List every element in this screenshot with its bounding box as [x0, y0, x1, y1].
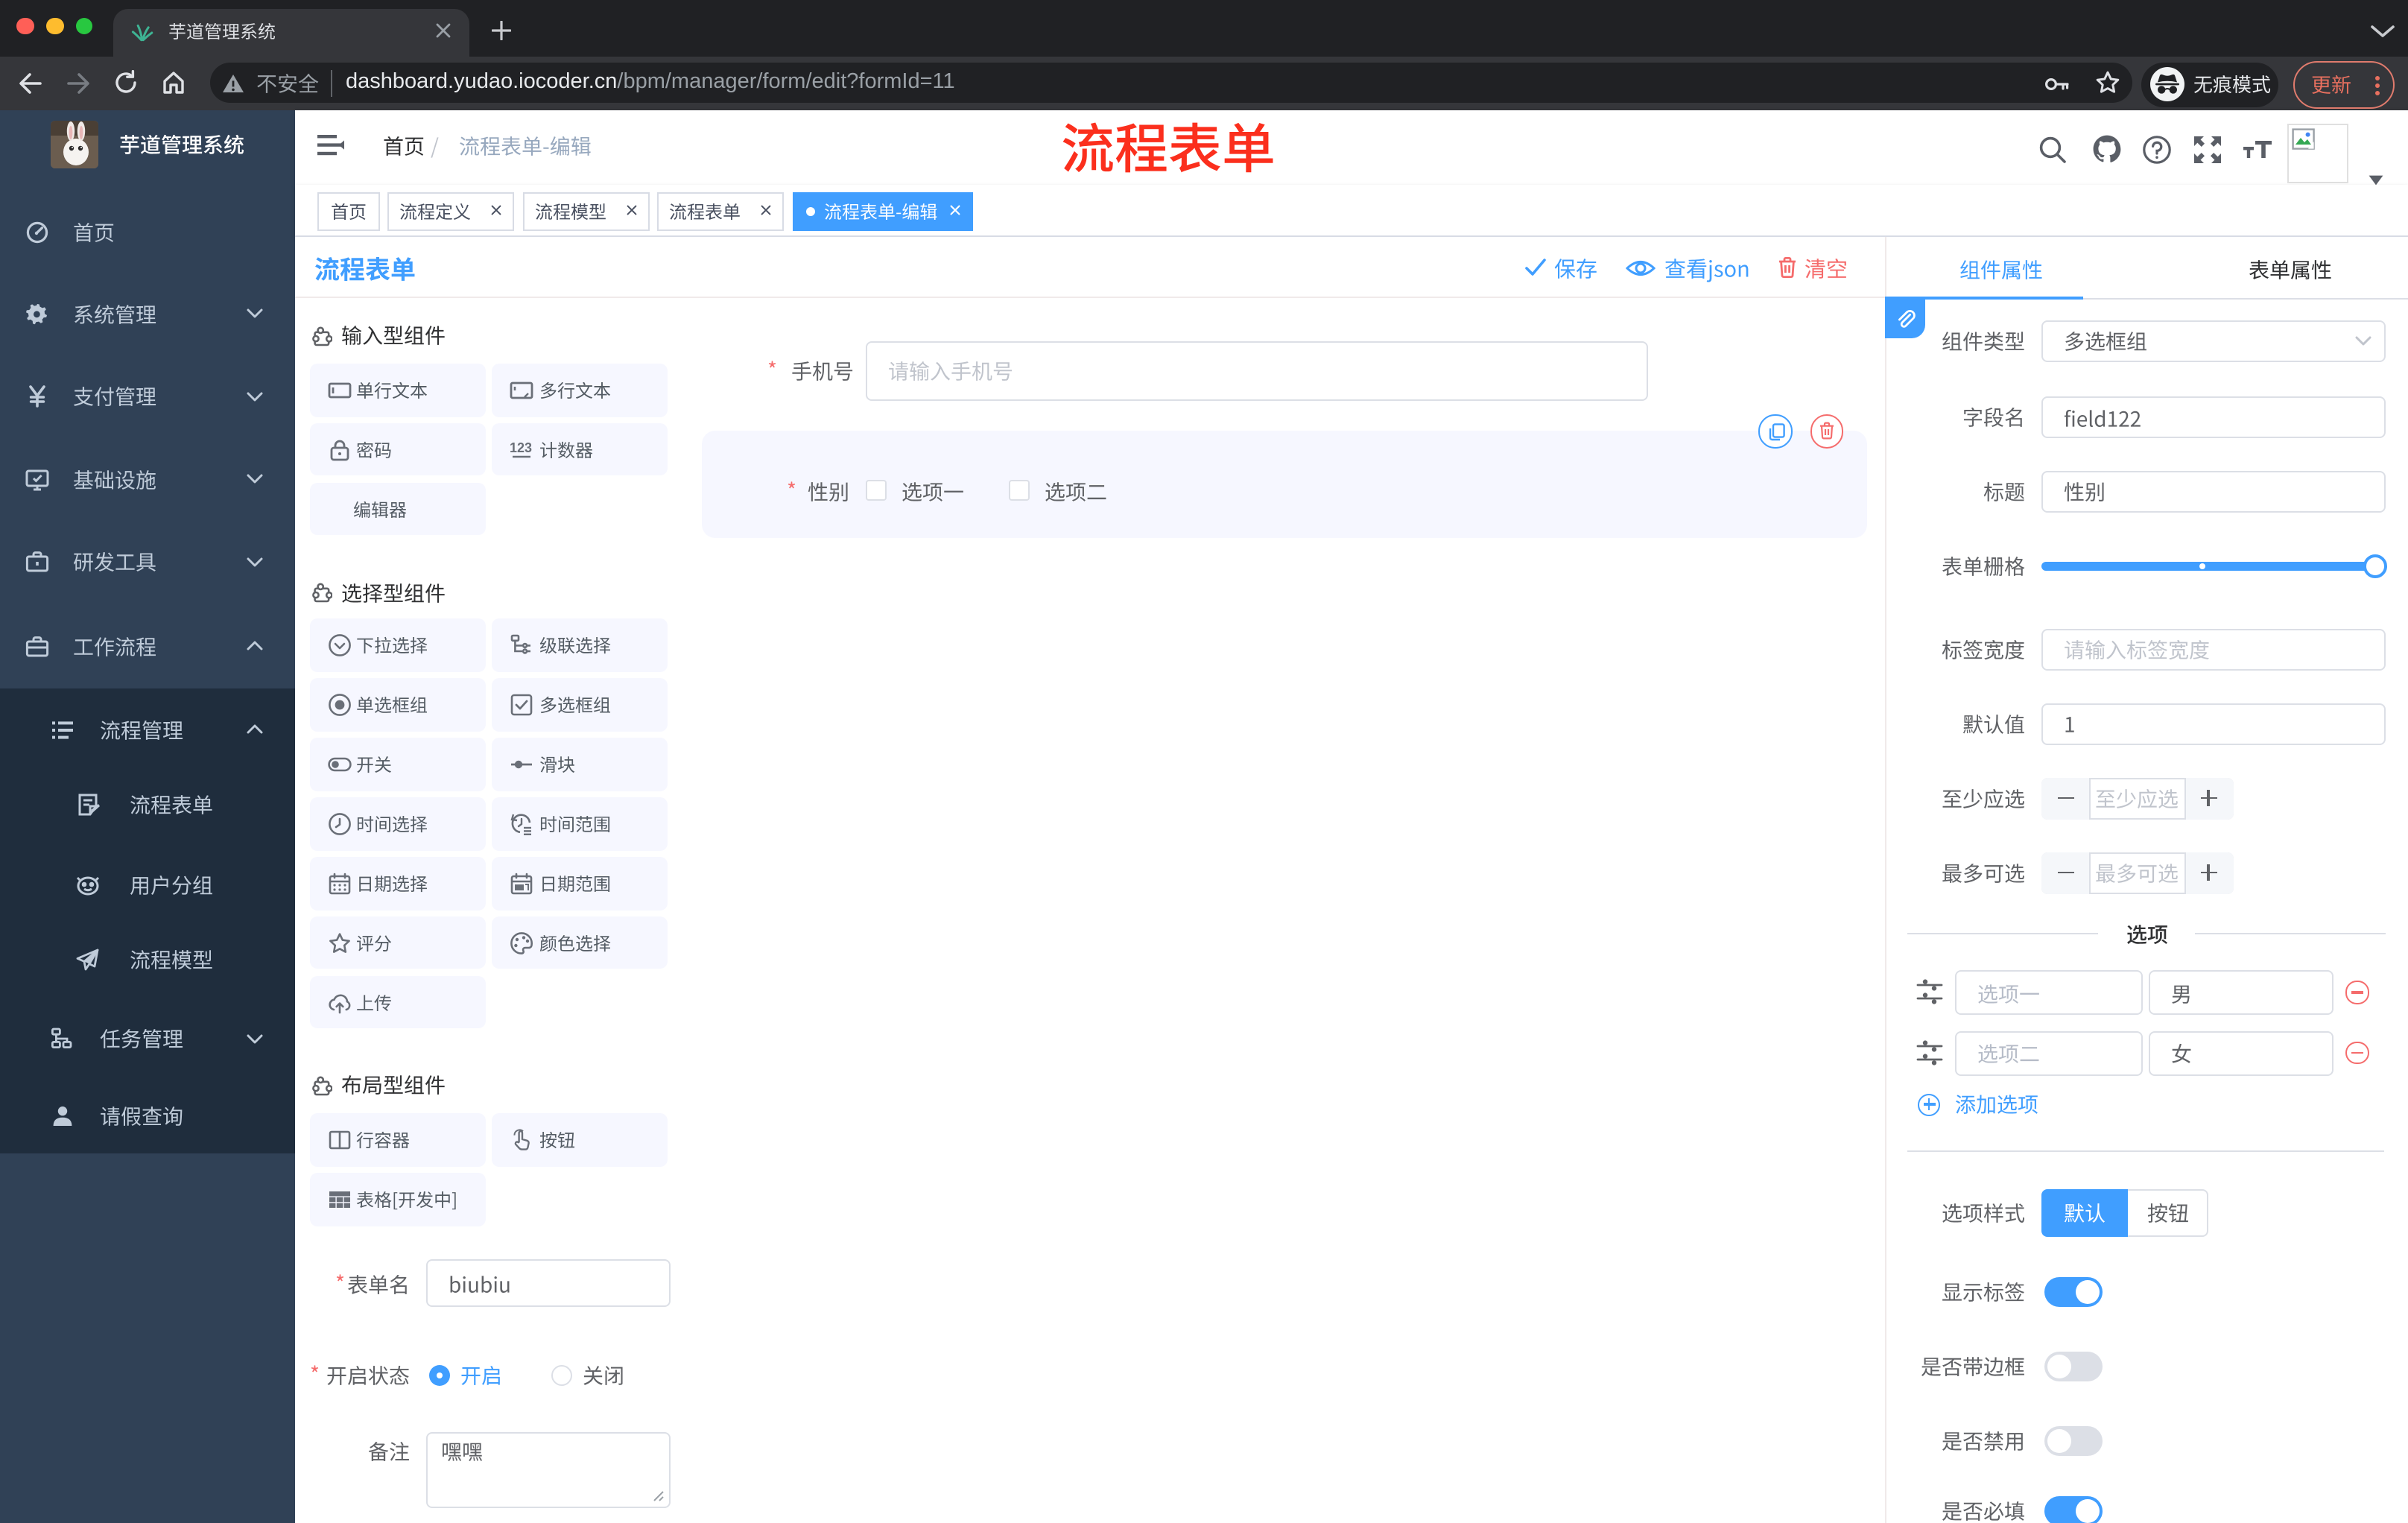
svg-text:123: 123	[510, 440, 532, 455]
